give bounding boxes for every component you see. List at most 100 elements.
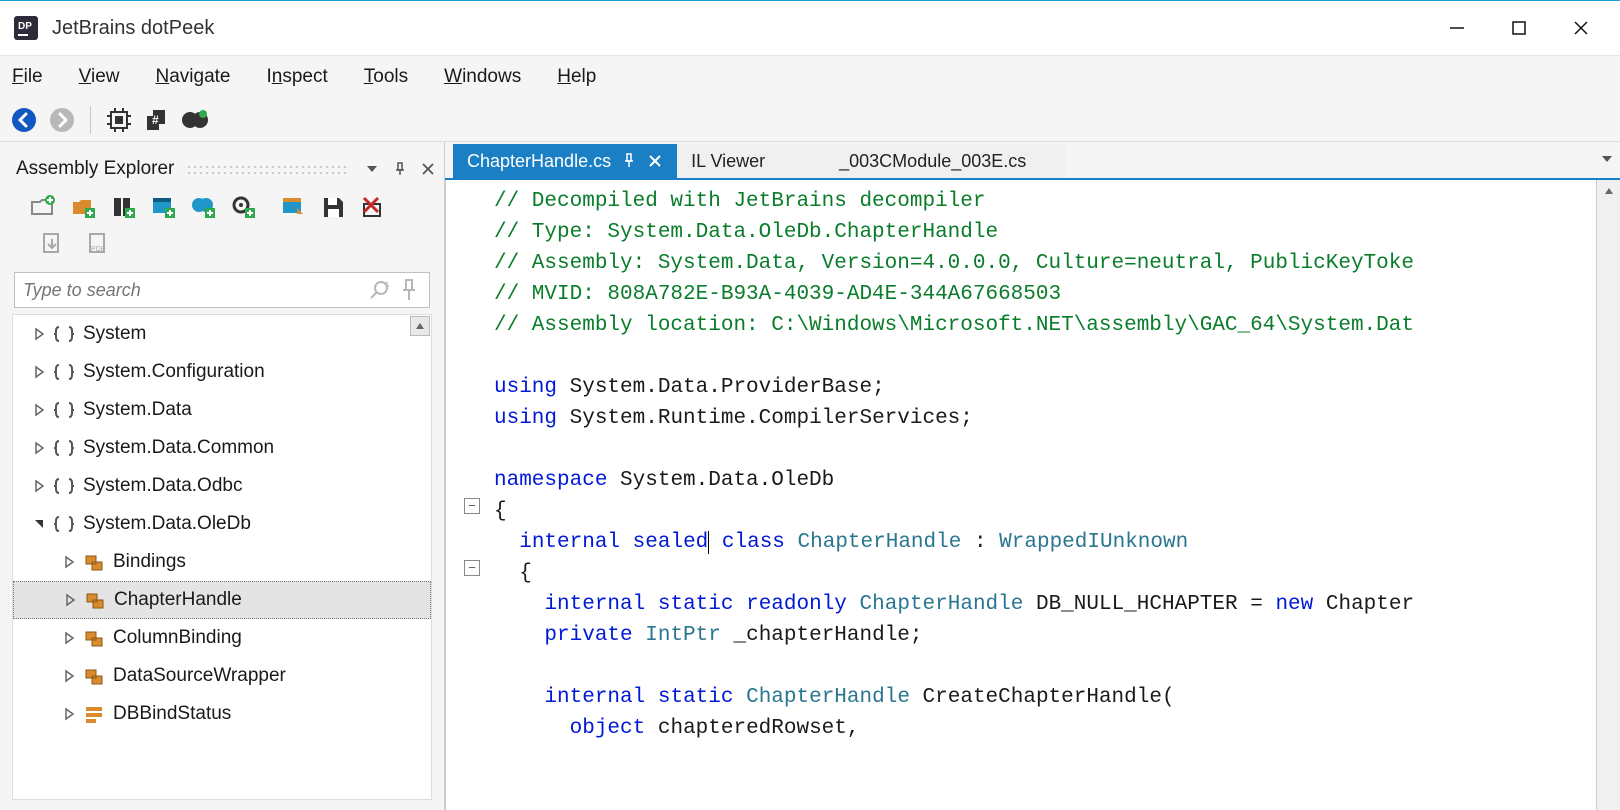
svg-text:DP: DP [18,21,32,32]
add-folder-button[interactable] [68,192,98,222]
tree-item-label: DBBindStatus [113,703,231,725]
tree-scroll-up-button[interactable] [410,316,430,336]
tree-item-label: ColumnBinding [113,627,242,649]
clear-button[interactable] [358,192,388,222]
menu-windows[interactable]: Windows [444,66,521,88]
tab-il-viewer[interactable]: IL Viewer [677,144,825,178]
nav-forward-button[interactable] [46,104,78,136]
panel-title: Assembly Explorer [16,158,174,180]
class-icon [83,627,105,649]
add-nuget-button[interactable] [188,192,218,222]
main-toolbar: # [0,98,1620,142]
tab-module[interactable]: _003CModule_003E.cs [825,144,1066,178]
tree-item-chapterhandle[interactable]: ChapterHandle [13,581,431,619]
separator [90,106,91,134]
tree-item-label: System.Data.Odbc [83,475,242,497]
app-icon: DP [12,14,40,42]
tab-label: _003CModule_003E.cs [839,151,1026,172]
assembly-explorer-panel: Assembly Explorer PDB [0,142,445,810]
open-button[interactable] [28,192,58,222]
menu-view[interactable]: View [79,66,120,88]
tab-chapterhandle[interactable]: ChapterHandle.cs [453,144,677,178]
vertical-scrollbar[interactable] [1596,180,1620,810]
tree-item-system-data-odbc[interactable]: System.Data.Odbc [13,467,431,505]
minimize-button[interactable] [1426,6,1488,50]
panel-grip[interactable] [186,164,348,174]
tab-overflow-icon[interactable] [1600,150,1614,171]
tab-pin-icon[interactable] [621,153,637,169]
svg-text:PDB: PDB [91,246,106,253]
tree-item-datasourcewrapper[interactable]: DataSourceWrapper [13,657,431,695]
chevron-icon[interactable] [31,478,47,494]
chevron-icon[interactable] [62,592,78,608]
add-gac-button[interactable] [108,192,138,222]
tree-item-system-data-oledb[interactable]: System.Data.OleDb [13,505,431,543]
scrollbar-track[interactable] [1597,202,1620,810]
close-button[interactable] [1550,6,1612,50]
nav-back-button[interactable] [8,104,40,136]
class-icon [83,551,105,573]
tree-item-system-data[interactable]: System.Data [13,391,431,429]
panel-dropdown-icon[interactable] [360,157,384,181]
add-window-button[interactable] [148,192,178,222]
enum-icon [83,703,105,725]
fold-marker-icon[interactable]: − [464,560,480,576]
chevron-icon[interactable] [31,402,47,418]
tab-label: ChapterHandle.cs [467,151,611,172]
titlebar: DP JetBrains dotPeek [0,0,1620,56]
menu-inspect[interactable]: Inspect [267,66,328,88]
goto-reference-icon[interactable]: # [141,104,173,136]
tree-item-label: ChapterHandle [114,589,242,611]
chevron-icon[interactable] [61,668,77,684]
menu-file[interactable]: File [12,66,43,88]
tab-label: IL Viewer [691,151,765,172]
menubar: File View Navigate Inspect Tools Windows… [0,56,1620,98]
chevron-icon[interactable] [31,516,47,532]
panel-toolbar [0,186,444,222]
panel-pin-icon[interactable] [388,157,412,181]
tree-item-system-data-common[interactable]: System.Data.Common [13,429,431,467]
fold-marker-icon[interactable]: − [464,498,480,514]
tree-item-label: System.Data.OleDb [83,513,251,535]
chevron-icon[interactable] [61,630,77,646]
menu-navigate[interactable]: Navigate [155,66,230,88]
search-icon[interactable] [367,278,391,302]
tree-item-system[interactable]: System [13,315,431,353]
nuget-icon[interactable] [179,104,211,136]
panel-close-icon[interactable] [416,157,440,181]
maximize-button[interactable] [1488,6,1550,50]
code-editor[interactable]: // Decompiled with JetBrains decompiler … [445,180,1620,810]
panel-header: Assembly Explorer [0,152,444,186]
tree-item-bindings[interactable]: Bindings [13,543,431,581]
tab-close-icon[interactable] [647,153,663,169]
namespace-icon [53,475,75,497]
tree-item-label: DataSourceWrapper [113,665,286,687]
chevron-icon[interactable] [31,440,47,456]
tree-item-dbbindstatus[interactable]: DBBindStatus [13,695,431,733]
pin-search-icon[interactable] [397,278,421,302]
menu-help[interactable]: Help [557,66,596,88]
pdb-file-icon[interactable]: PDB [82,228,114,260]
chevron-icon[interactable] [31,364,47,380]
code-content[interactable]: // Decompiled with JetBrains decompiler … [446,180,1620,744]
add-settings-button[interactable] [228,192,258,222]
namespace-icon [53,437,75,459]
save-button[interactable] [318,192,348,222]
chevron-icon[interactable] [61,554,77,570]
tree-item-columnbinding[interactable]: ColumnBinding [13,619,431,657]
class-icon [83,665,105,687]
tabbar: ChapterHandle.cs IL Viewer _003CModule_0… [445,142,1620,180]
app-title: JetBrains dotPeek [52,17,1426,40]
assembly-tree[interactable]: SystemSystem.Configuration System.Data Sys… [12,314,432,800]
pdb-download-icon[interactable] [36,228,68,260]
search-input[interactable] [23,280,361,301]
chevron-icon[interactable] [31,326,47,342]
export-project-button[interactable] [278,192,308,222]
tree-item-system-configuration[interactable]: System.Configuration [13,353,431,391]
scroll-up-icon[interactable] [1597,180,1620,202]
chevron-icon[interactable] [61,706,77,722]
process-explorer-icon[interactable] [103,104,135,136]
search-box[interactable] [14,272,430,308]
tree-item-label: System.Data [83,399,192,421]
menu-tools[interactable]: Tools [364,66,408,88]
